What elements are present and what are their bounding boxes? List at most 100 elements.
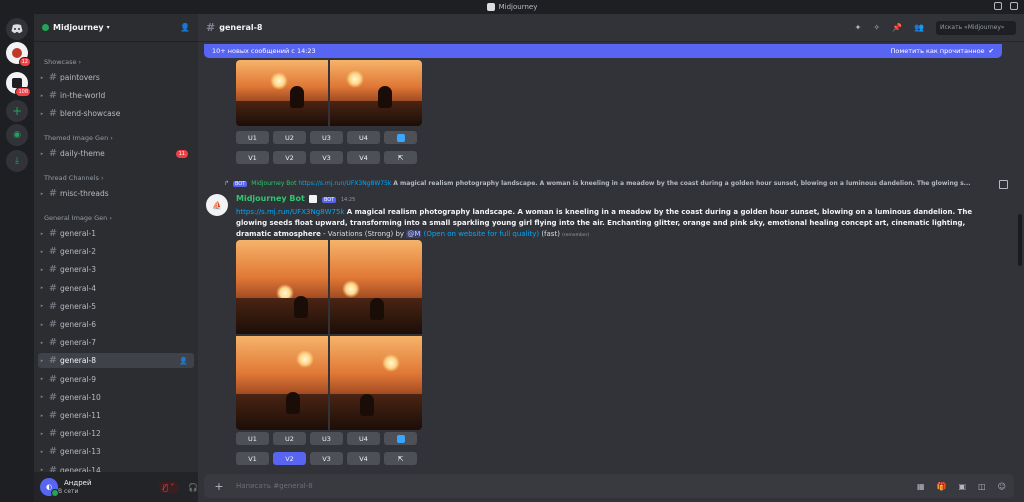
category-label: Showcase (44, 58, 77, 66)
image-tile[interactable] (330, 60, 422, 126)
new-messages-bar[interactable]: 10+ новых сообщений с 14:23 Пометить как… (204, 44, 1002, 58)
mic-muted-icon[interactable]: 🎙̸ ˅ (158, 481, 179, 493)
channel-misc-threads[interactable]: ▸ # misc-threads (38, 186, 194, 201)
cur-u3-button[interactable]: U3 (310, 432, 343, 445)
invite-icon[interactable]: 👤 (179, 357, 188, 365)
open-web-icon[interactable]: ⇱ (384, 151, 417, 164)
notification-bell-off-icon[interactable]: ✧ (873, 23, 880, 32)
server-header[interactable]: Midjourney ▾ 👤 (34, 14, 198, 42)
channel-general-2[interactable]: ▸ # general-2 (38, 244, 194, 259)
hash-icon: # (48, 148, 58, 159)
prev-u3-button[interactable]: U3 (310, 131, 343, 144)
channel-label: general-4 (60, 283, 96, 293)
image-tile-2[interactable] (330, 240, 422, 334)
channel-general-5[interactable]: ▸ # general-5 (38, 299, 194, 314)
channel-in-the-world[interactable]: ▸ # in-the-world (38, 88, 194, 103)
add-server-icon[interactable]: + (6, 100, 28, 122)
bot-avatar[interactable]: ⛵ (206, 194, 228, 216)
sticker-icon[interactable]: ◫ (978, 482, 986, 491)
channel-general-1[interactable]: ▸ # general-1 (38, 226, 194, 241)
reroll-icon[interactable] (384, 131, 417, 144)
threads-icon[interactable]: ✦ (855, 23, 862, 32)
variation-text: - Variations (Strong) by (320, 230, 407, 238)
invite-people-icon[interactable]: 👤 (180, 23, 190, 32)
pin-icon[interactable]: 📌 (892, 23, 902, 32)
channel-general-9[interactable]: ▸ # general-9 (38, 372, 194, 387)
reroll-icon[interactable] (384, 432, 417, 445)
channel-blend-showcase[interactable]: ▸ # blend-showcase (38, 106, 194, 121)
open-on-website-link[interactable]: (Open on website for full quality) (424, 230, 539, 238)
channel-general-3[interactable]: ▸ # general-3 (38, 262, 194, 277)
channel-general-12[interactable]: ▸ # general-12 (38, 426, 194, 441)
category-general[interactable]: General Image Gen › (44, 214, 112, 222)
prev-u2-button[interactable]: U2 (273, 131, 306, 144)
download-icon[interactable]: ⤓ (6, 150, 28, 172)
explore-icon[interactable]: ◉ (6, 124, 28, 146)
prev-v1-button[interactable]: V1 (236, 151, 269, 164)
reply-author[interactable]: Midjourney Bot (251, 180, 296, 187)
previous-image-grid[interactable] (236, 60, 422, 126)
channel-general-6[interactable]: ▸ # general-6 (38, 317, 194, 332)
members-icon[interactable]: 👥 (914, 23, 924, 32)
help-icon[interactable] (1010, 2, 1018, 10)
cur-u4-button[interactable]: U4 (347, 432, 380, 445)
reply-link[interactable]: https://s.mj.run/UFX3Ng8W75k (298, 180, 391, 187)
channel-daily-theme[interactable]: ▸ # daily-theme 11 (38, 146, 194, 161)
chat-scrollbar[interactable] (1018, 214, 1022, 266)
cur-v2-button[interactable]: V2 (273, 452, 306, 465)
cur-v4-button[interactable]: V4 (347, 452, 380, 465)
message-composer[interactable]: + Написать #general-8 ▦ 🎁 ▣ ◫ ☺ (204, 474, 1014, 498)
channel-general-7[interactable]: ▸ # general-7 (38, 335, 194, 350)
image-tile[interactable] (236, 60, 328, 126)
search-input[interactable]: Искать «Midjourney» (936, 20, 1016, 35)
apps-icon[interactable]: ▦ (917, 482, 925, 491)
prev-v4-button[interactable]: V4 (347, 151, 380, 164)
cur-u2-button[interactable]: U2 (273, 432, 306, 445)
chevron-right-icon: ▸ (40, 394, 44, 401)
category-themed[interactable]: Themed Image Gen › (44, 134, 113, 142)
user-mention[interactable]: @M (406, 230, 422, 238)
image-tile-3[interactable] (236, 336, 328, 430)
prev-u1-button[interactable]: U1 (236, 131, 269, 144)
hash-icon: # (48, 446, 58, 458)
channel-label: general-2 (60, 247, 96, 257)
message-author[interactable]: Midjourney Bot (236, 194, 305, 203)
category-thread[interactable]: Thread Channels › (44, 174, 104, 182)
open-web-icon[interactable]: ⇱ (384, 452, 417, 465)
prev-u4-button[interactable]: U4 (347, 131, 380, 144)
discord-home-icon[interactable] (6, 18, 28, 40)
gift-icon[interactable]: 🎁 (937, 482, 947, 491)
gif-icon[interactable]: ▣ (959, 482, 967, 491)
image-tile-4[interactable] (330, 336, 422, 430)
server-avatar-2[interactable]: 108 (6, 72, 31, 97)
channel-paintovers[interactable]: ▸ # paintovers (38, 70, 194, 85)
add-attachment-icon[interactable]: + (212, 479, 226, 493)
cur-v3-button[interactable]: V3 (310, 452, 343, 465)
chevron-right-icon: ▸ (40, 430, 44, 437)
image-preview-icon[interactable] (999, 180, 1008, 189)
server-badge-1: 12 (18, 57, 31, 67)
server-avatar-1[interactable]: 12 (6, 42, 31, 67)
inbox-icon[interactable] (994, 2, 1002, 10)
channel-general-11[interactable]: ▸ # general-11 (38, 408, 194, 423)
result-image-grid[interactable] (236, 240, 422, 430)
cur-u1-button[interactable]: U1 (236, 432, 269, 445)
channel-general-4[interactable]: ▸ # general-4 (38, 281, 194, 296)
prev-v2-button[interactable]: V2 (273, 151, 306, 164)
hash-icon: # (48, 319, 58, 330)
image-tile-1[interactable] (236, 240, 328, 334)
emoji-icon[interactable]: ☺ (998, 482, 1006, 491)
cur-v1-button[interactable]: V1 (236, 452, 269, 465)
category-showcase[interactable]: Showcase › (44, 58, 81, 66)
prev-v3-button[interactable]: V3 (310, 151, 343, 164)
prompt-link[interactable]: https://s.mj.run/UFX3Ng8W75k (236, 208, 344, 216)
message-input[interactable]: Написать #general-8 (236, 482, 313, 490)
channel-general-10[interactable]: ▸ # general-10 (38, 390, 194, 405)
user-avatar[interactable]: ◐ (40, 478, 59, 497)
channel-label: general-13 (60, 447, 101, 457)
reply-preview[interactable]: ↱ BOT Midjourney Bot https://s.mj.run/UF… (224, 180, 994, 187)
mark-as-read-button[interactable]: Пометить как прочитанное (891, 47, 985, 55)
channel-general-13[interactable]: ▸ # general-13 (38, 444, 194, 459)
channel-general-8[interactable]: ▸ # general-8 👤 (38, 353, 194, 369)
mark-read-icon: ✔ (988, 47, 994, 55)
